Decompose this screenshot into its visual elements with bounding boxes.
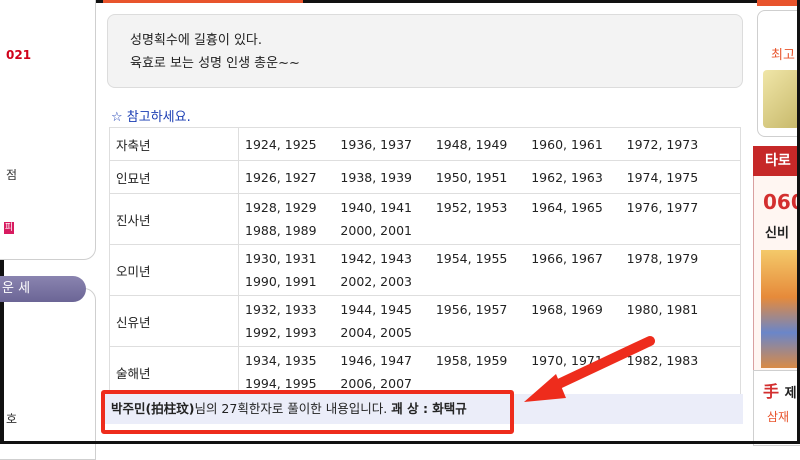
right-banner-3-text: 삼재: [767, 410, 790, 424]
right-banner-1-image: [763, 70, 800, 128]
row-years: 1928, 1929 1940, 1941 1952, 1953 1964, 1…: [238, 193, 741, 245]
row-label: 신유년: [109, 295, 239, 347]
reference-notice: ☆ 참고하세요.: [111, 106, 191, 125]
left-sidebar-panel-2: [0, 288, 96, 460]
star-icon: ☆: [111, 110, 123, 125]
intro-box: 성명획수에 길흉이 있다. 육효로 보는 성명 인생 총운~~: [107, 14, 743, 88]
sidebar-menu-item-2[interactable]: 호: [6, 410, 17, 427]
row-label: 인묘년: [109, 160, 239, 194]
row-years: 1924, 1925 1936, 1937 1948, 1949 1960, 1…: [238, 127, 741, 161]
right-banner-3-title: 手 제: [763, 378, 797, 402]
row-label: 자축년: [109, 127, 239, 161]
right-banner-2-text: 신비: [765, 226, 789, 241]
right-sidebar: 최고 타로 060 신비 手 제 삼재: [753, 0, 800, 446]
sidebar-fortune-tab[interactable]: 운 세: [0, 276, 86, 302]
left-sidebar: 021 점 피 운 세 호: [0, 0, 96, 460]
reference-notice-text: 참고하세요.: [126, 110, 191, 125]
intro-line-2: 육효로 보는 성명 인생 총운~~: [130, 56, 300, 71]
table-row: 오미년 1930, 1931 1942, 1943 1954, 1955 196…: [109, 244, 741, 296]
right-banner-2-header: 타로: [753, 146, 800, 176]
row-label: 진사년: [109, 193, 239, 245]
table-row: 자축년 1924, 1925 1936, 1937 1948, 1949 196…: [109, 127, 741, 161]
table-row: 신유년 1932, 1933 1944, 1945 1956, 1957 196…: [109, 295, 741, 347]
highlight-box: [101, 390, 514, 434]
row-label: 오미년: [109, 244, 239, 296]
table-row: 인묘년 1926, 1927 1938, 1939 1950, 1951 196…: [109, 160, 741, 194]
right-banner-1-text: 최고: [771, 48, 795, 63]
sidebar-menu-item[interactable]: 점: [6, 166, 17, 183]
right-banner-3-title-rest: 제: [784, 386, 797, 401]
tarot-card-image: [761, 250, 800, 368]
zodiac-year-table: 자축년 1924, 1925 1936, 1937 1948, 1949 196…: [109, 127, 741, 398]
phone-number: 060: [763, 190, 800, 214]
table-row: 진사년 1928, 1929 1940, 1941 1952, 1953 196…: [109, 193, 741, 245]
intro-line-1: 성명획수에 길흉이 있다.: [130, 33, 262, 48]
row-years: 1930, 1931 1942, 1943 1954, 1955 1966, 1…: [238, 244, 741, 296]
row-years: 1926, 1927 1938, 1939 1950, 1951 1962, 1…: [238, 160, 741, 194]
sidebar-year-label[interactable]: 021: [6, 48, 31, 62]
main-content: 성명획수에 길흉이 있다. 육효로 보는 성명 인생 총운~~ ☆ 참고하세요.…: [103, 0, 748, 444]
row-years: 1932, 1933 1944, 1945 1956, 1957 1968, 1…: [238, 295, 741, 347]
left-sidebar-panel: [0, 0, 96, 260]
hand-char: 手: [763, 382, 780, 401]
sidebar-badge: 피: [4, 222, 14, 234]
section-top-divider: [103, 0, 303, 3]
right-top-strip: [757, 0, 800, 6]
